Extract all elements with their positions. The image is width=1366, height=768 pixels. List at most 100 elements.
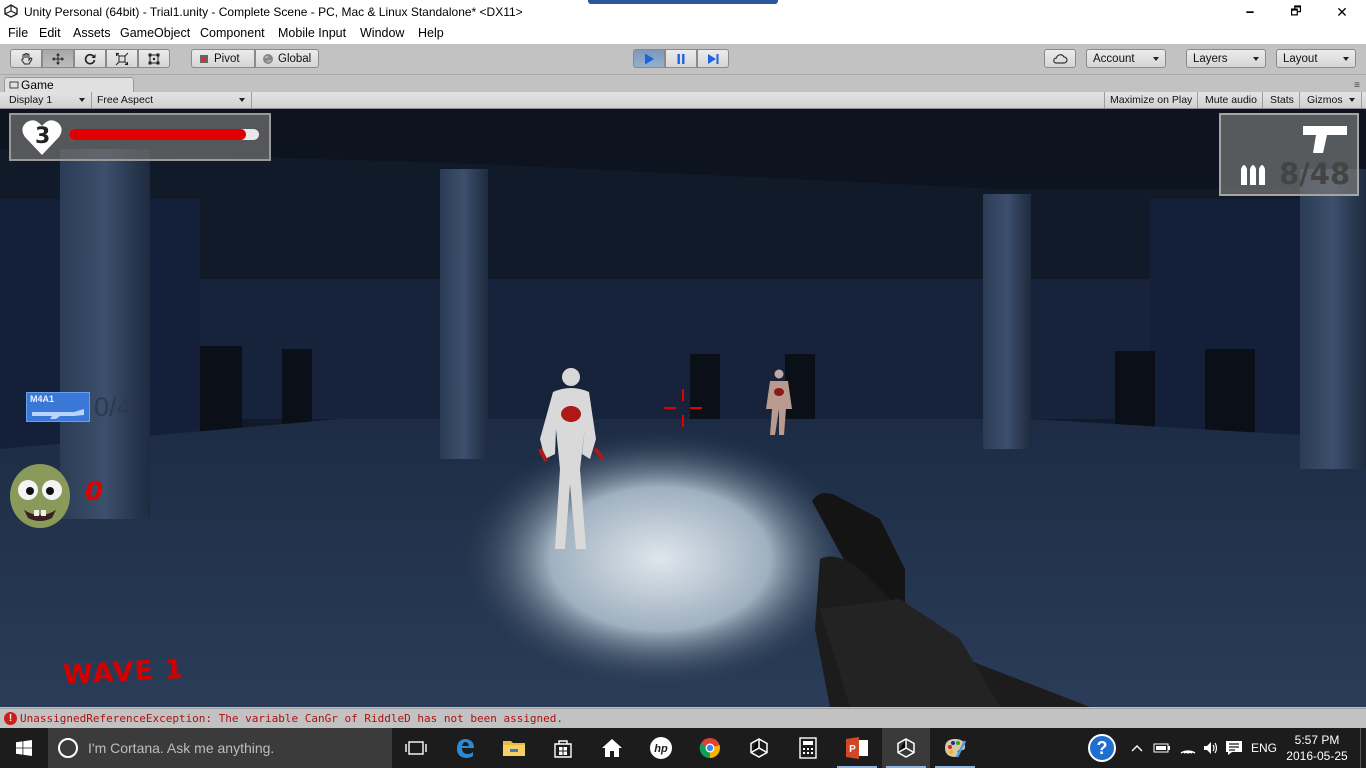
clock-button[interactable]: 5:57 PM 2016-05-25 xyxy=(1284,728,1350,768)
svg-text:hp: hp xyxy=(654,743,668,755)
svg-text:P: P xyxy=(849,744,856,755)
cortana-search-box[interactable]: I'm Cortana. Ask me anything. xyxy=(48,728,392,768)
paint-button[interactable] xyxy=(931,728,979,768)
notifications-button[interactable] xyxy=(1222,728,1246,768)
window-title: Unity Personal (64bit) - Trial1.unity - … xyxy=(24,5,523,19)
layers-label: Layers xyxy=(1193,52,1228,65)
gizmos-label: Gizmos xyxy=(1307,94,1343,106)
scale-icon xyxy=(115,52,129,65)
minimize-button[interactable]: 🗕 xyxy=(1227,0,1273,24)
unity-icon xyxy=(750,738,768,758)
console-status-bar[interactable]: ! UnassignedReferenceException: The vari… xyxy=(0,708,1366,729)
account-dropdown[interactable]: Account xyxy=(1086,49,1166,68)
step-button[interactable] xyxy=(697,49,729,68)
menu-gameobject[interactable]: GameObject xyxy=(120,26,190,40)
aspect-label: Free Aspect xyxy=(97,94,154,106)
windows-taskbar: I'm Cortana. Ask me anything. hp P ? ENG… xyxy=(0,728,1366,768)
restore-button[interactable]: 🗗 xyxy=(1273,0,1319,24)
menu-mobile-input[interactable]: Mobile Input xyxy=(278,26,346,40)
show-hidden-icons-button[interactable] xyxy=(1126,728,1148,768)
scale-tool-button[interactable] xyxy=(106,49,138,68)
unity-editor-button[interactable] xyxy=(882,728,930,768)
stats-toggle[interactable]: Stats xyxy=(1265,92,1300,108)
wifi-icon xyxy=(1180,750,1196,754)
rifle-icon xyxy=(32,409,84,419)
global-label: Global xyxy=(278,52,312,65)
language-button[interactable]: ENG xyxy=(1248,728,1280,768)
step-icon xyxy=(708,53,719,64)
chrome-button[interactable] xyxy=(686,728,734,768)
display-dropdown[interactable]: Display 1 xyxy=(4,92,92,108)
powerpoint-button[interactable]: P xyxy=(833,728,881,768)
cloud-icon xyxy=(1053,53,1068,64)
edge-button[interactable] xyxy=(441,728,489,768)
global-toggle-button[interactable]: Global xyxy=(255,49,319,68)
rotate-tool-button[interactable] xyxy=(74,49,106,68)
hp-button[interactable]: hp xyxy=(637,728,685,768)
maximize-on-play-toggle[interactable]: Maximize on Play xyxy=(1104,92,1199,108)
panel-menu-icon[interactable]: ≡ xyxy=(1354,80,1360,91)
display-label: Display 1 xyxy=(9,94,53,106)
hand-tool-button[interactable] xyxy=(10,49,42,68)
store-button[interactable] xyxy=(539,728,587,768)
restore-icon: 🗗 xyxy=(1290,3,1302,18)
calculator-button[interactable] xyxy=(784,728,832,768)
game-tab-strip: Game ≡ xyxy=(0,75,1366,92)
unity-hub-button[interactable] xyxy=(735,728,783,768)
game-tab-label: Game xyxy=(21,78,54,92)
file-explorer-button[interactable] xyxy=(490,728,538,768)
pivot-toggle-button[interactable]: Pivot xyxy=(191,49,255,68)
powerpoint-icon: P xyxy=(846,737,868,759)
calculator-icon xyxy=(799,737,817,759)
weapon-name: M4A1 xyxy=(30,394,55,404)
bullets-icon xyxy=(1241,165,1265,185)
minimize-icon: 🗕 xyxy=(1245,3,1255,18)
menu-help[interactable]: Help xyxy=(418,26,444,40)
aspect-dropdown[interactable]: Free Aspect xyxy=(92,92,252,108)
stats-label: Stats xyxy=(1270,94,1294,106)
menu-edit[interactable]: Edit xyxy=(39,26,61,40)
pistol-icon xyxy=(1303,126,1347,153)
move-tool-button[interactable] xyxy=(42,49,74,68)
hand-icon xyxy=(21,52,33,64)
menu-component[interactable]: Component xyxy=(200,26,265,40)
game-tab-icon xyxy=(9,81,19,89)
start-button[interactable] xyxy=(0,728,48,768)
ammo-panel: 8/48 xyxy=(1219,113,1359,196)
cloud-button[interactable] xyxy=(1044,49,1076,68)
volume-icon xyxy=(1204,742,1218,754)
play-button[interactable] xyxy=(633,49,665,68)
pause-icon xyxy=(677,53,685,64)
mute-audio-toggle[interactable]: Mute audio xyxy=(1200,92,1263,108)
error-icon: ! xyxy=(4,712,17,725)
tab-game[interactable]: Game xyxy=(4,77,134,92)
close-icon: ✕ xyxy=(1336,3,1348,20)
globe-icon xyxy=(263,53,273,64)
task-view-button[interactable] xyxy=(392,728,440,768)
help-tray-button[interactable]: ? xyxy=(1082,728,1122,768)
unity-logo-icon xyxy=(4,4,18,18)
wifi-button[interactable] xyxy=(1176,728,1200,768)
layout-dropdown[interactable]: Layout xyxy=(1276,49,1356,68)
main-toolbar: Pivot Global Account Layers Layout xyxy=(0,44,1366,75)
pause-button[interactable] xyxy=(665,49,697,68)
menu-window[interactable]: Window xyxy=(360,26,404,40)
menu-file[interactable]: File xyxy=(8,26,28,40)
game-viewport[interactable]: 3 8/48 M4A1 0/4 0 WAVE 1 xyxy=(0,109,1366,707)
menu-assets[interactable]: Assets xyxy=(73,26,111,40)
chrome-icon xyxy=(699,738,720,759)
error-message: UnassignedReferenceException: The variab… xyxy=(20,712,564,725)
battery-button[interactable] xyxy=(1150,728,1174,768)
show-desktop-button[interactable] xyxy=(1360,728,1366,768)
volume-button[interactable] xyxy=(1200,728,1222,768)
layers-dropdown[interactable]: Layers xyxy=(1186,49,1266,68)
close-button[interactable]: ✕ xyxy=(1319,0,1365,24)
cortana-placeholder: I'm Cortana. Ask me anything. xyxy=(88,740,275,756)
play-icon xyxy=(645,53,654,64)
gizmos-dropdown[interactable]: Gizmos xyxy=(1302,92,1362,108)
rect-tool-button[interactable] xyxy=(138,49,170,68)
home-button[interactable] xyxy=(588,728,636,768)
windows-logo-icon xyxy=(16,740,32,756)
layout-label: Layout xyxy=(1283,52,1318,65)
store-icon xyxy=(554,740,572,758)
